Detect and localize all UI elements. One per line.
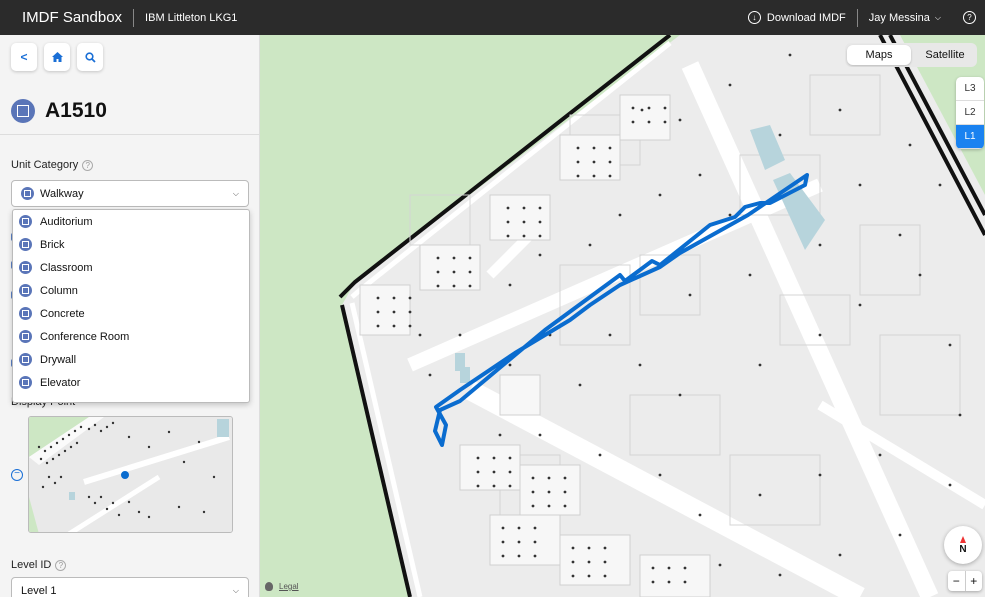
back-button[interactable]: < (11, 43, 37, 71)
category-option[interactable]: Auditorium (13, 210, 249, 233)
category-option-label: Elevator (40, 376, 81, 389)
app-title: IMDF Sandbox (22, 9, 123, 26)
level-button-l1[interactable]: L1 (956, 125, 984, 149)
home-button[interactable] (44, 43, 70, 71)
nav-buttons: < (11, 43, 103, 71)
divider (0, 134, 259, 135)
category-option[interactable]: Brick (13, 233, 249, 256)
category-option-label: Conference Room (40, 330, 130, 343)
user-name: Jay Messina (868, 11, 930, 24)
remove-display-point-button[interactable]: − (11, 469, 23, 481)
category-icon (19, 238, 32, 251)
back-chevron-icon: < (20, 50, 28, 64)
top-bar: IMDF Sandbox IBM Littleton LKG1 ↓ Downlo… (0, 0, 985, 35)
unit-category-value: Walkway (40, 187, 84, 200)
display-point-marker (121, 471, 129, 479)
chevron-down-icon: ⌵ (232, 188, 239, 198)
category-icon (19, 261, 32, 274)
indoor-map (338, 35, 985, 597)
category-icon (19, 330, 32, 343)
search-icon (84, 51, 96, 63)
chevron-down-icon: ⌵ (232, 585, 239, 595)
map-view-toggle: Maps Satellite (845, 43, 977, 67)
level-id-value: Level 1 (21, 584, 57, 597)
category-option-label: Column (40, 284, 78, 297)
question-icon[interactable]: ? (82, 159, 94, 171)
category-option-label: Auditorium (40, 215, 93, 228)
category-option-label: Classroom (40, 261, 93, 274)
map-canvas[interactable]: Maps Satellite L3 L2 L1 N − + Legal (260, 35, 985, 597)
compass-icon[interactable]: N (944, 526, 982, 564)
download-label: Download IMDF (766, 11, 846, 24)
zoom-in-button[interactable]: + (966, 571, 983, 591)
category-icon (19, 376, 32, 389)
user-menu[interactable]: Jay Messina ⌵ (869, 12, 941, 24)
unit-category-select[interactable]: Walkway ⌵ (11, 180, 249, 207)
question-icon[interactable]: ? (55, 559, 67, 571)
zoom-controls: − + (948, 571, 982, 591)
home-icon (51, 52, 63, 62)
maps-view-button[interactable]: Maps (847, 45, 911, 65)
top-right-controls: ↓ Download IMDF Jay Messina ⌵ ? (747, 0, 985, 35)
zoom-out-button[interactable]: − (948, 571, 966, 591)
category-option[interactable]: Elevator (13, 371, 249, 394)
display-point-minimap[interactable] (28, 416, 233, 533)
chevron-down-icon: ⌵ (934, 12, 941, 22)
category-option[interactable]: Conference Room (13, 325, 249, 348)
download-imdf-button[interactable]: ↓ Download IMDF (747, 11, 846, 24)
walkway-category-icon (21, 187, 34, 200)
category-option-label: Concrete (40, 307, 85, 320)
help-icon[interactable]: ? (963, 11, 976, 24)
unit-category-icon (11, 99, 35, 123)
category-icon (19, 284, 32, 297)
category-icon (19, 307, 32, 320)
unit-category-label: Unit Category ? (11, 159, 94, 171)
compass-label: N (959, 543, 967, 555)
category-icon (19, 353, 32, 366)
level-id-label-text: Level ID (11, 559, 52, 571)
category-option-label: Brick (40, 238, 65, 251)
satellite-view-button[interactable]: Satellite (913, 43, 977, 67)
category-option[interactable]: Classroom (13, 256, 249, 279)
unit-category-dropdown[interactable]: Auditorium Brick Classroom Column Concre… (12, 209, 250, 403)
category-option[interactable]: Column (13, 279, 249, 302)
download-icon: ↓ (747, 11, 761, 24)
unit-category-label-text: Unit Category (11, 159, 79, 171)
minimap-graphic (29, 417, 232, 532)
level-id-select[interactable]: Level 1 ⌵ (11, 577, 249, 597)
level-id-label: Level ID ? (11, 559, 67, 571)
level-picker: L3 L2 L1 (956, 77, 984, 149)
category-option-label: Drywall (40, 353, 77, 366)
category-icon (19, 215, 32, 228)
search-button[interactable] (77, 43, 103, 71)
apple-icon (265, 582, 273, 591)
venue-name: IBM Littleton LKG1 (145, 11, 238, 24)
title-separator (133, 8, 135, 27)
legal-attribution: Legal (265, 582, 299, 591)
category-option[interactable]: Drywall (13, 348, 249, 371)
sidebar: < A1510 Unit Category ? Walkway ⌵ Audito… (0, 35, 260, 597)
level-button-l2[interactable]: L2 (956, 101, 984, 125)
north-arrow (960, 535, 966, 543)
unit-name: A1510 (45, 99, 107, 122)
level-button-l3[interactable]: L3 (956, 77, 984, 101)
unit-header: A1510 (11, 99, 107, 123)
category-option[interactable]: Concrete (13, 302, 249, 325)
user-separator (856, 8, 858, 27)
legal-link[interactable]: Legal (279, 582, 299, 591)
